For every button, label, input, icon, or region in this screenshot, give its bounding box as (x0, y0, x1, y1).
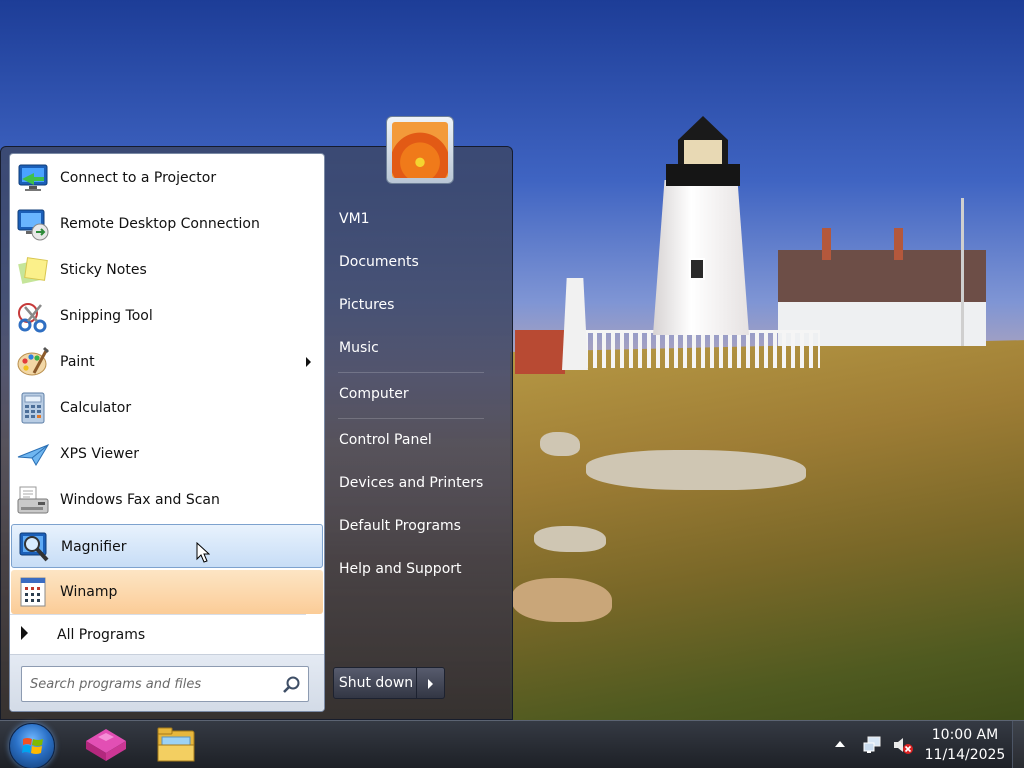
wallpaper-lighthouse-window (689, 258, 705, 280)
paint-palette-icon (17, 347, 49, 376)
program-label: XPS Viewer (60, 446, 139, 462)
right-item-user-folder[interactable]: VM1 (330, 199, 500, 239)
program-label: Calculator (60, 400, 132, 416)
wallpaper-lighthouse-lantern (666, 108, 740, 188)
wallpaper-rock (534, 526, 606, 552)
program-label: Paint (60, 354, 95, 370)
separator (10, 614, 306, 615)
right-item-label: Default Programs (339, 518, 461, 534)
all-programs-arrow-icon (21, 626, 28, 640)
right-item-label: VM1 (339, 211, 370, 227)
wallpaper-fence (584, 330, 820, 368)
right-item-label: Control Panel (339, 432, 432, 448)
program-winamp[interactable]: Winamp (11, 570, 323, 614)
magnifier-icon (19, 532, 49, 562)
program-xps-viewer[interactable]: XPS Viewer (11, 432, 323, 476)
right-item-devices-and-printers[interactable]: Devices and Printers (330, 463, 500, 503)
wallpaper-rock (586, 450, 806, 490)
right-item-label: Computer (339, 386, 409, 402)
start-button[interactable] (9, 723, 55, 768)
right-item-help-and-support[interactable]: Help and Support (330, 549, 500, 589)
program-windows-fax-and-scan[interactable]: Windows Fax and Scan (11, 478, 323, 522)
start-search-area (10, 654, 324, 711)
right-item-label: Devices and Printers (339, 475, 484, 491)
shutdown-options-button[interactable] (417, 667, 445, 699)
right-item-pictures[interactable]: Pictures (330, 285, 500, 325)
right-item-control-panel[interactable]: Control Panel (330, 420, 500, 460)
remote-desktop-icon (17, 209, 49, 241)
right-item-label: Help and Support (339, 561, 462, 577)
file-explorer-icon (157, 727, 195, 762)
wallpaper-flagpole (961, 198, 964, 346)
clock-date: 11/14/2025 (924, 747, 1006, 763)
taskbar-app-winamp[interactable] (76, 723, 136, 767)
wallpaper-rock (540, 432, 580, 456)
winamp-taskbar-icon (86, 729, 126, 761)
clock-time: 10:00 AM (931, 727, 999, 743)
taskbar-app-file-explorer[interactable] (146, 723, 206, 767)
program-calculator[interactable]: Calculator (11, 386, 323, 430)
program-label: Snipping Tool (60, 308, 153, 324)
taskbar: 10:00 AM 11/14/2025 (0, 720, 1024, 768)
wallpaper-small-tower (562, 278, 588, 370)
separator (338, 418, 484, 419)
search-input[interactable] (30, 667, 276, 701)
fax-scanner-icon (17, 486, 49, 514)
search-icon[interactable] (282, 675, 302, 695)
sticky-notes-icon (18, 257, 48, 284)
show-hidden-icons-arrow[interactable] (835, 741, 845, 747)
wallpaper-rock (512, 578, 612, 622)
right-item-label: Music (339, 340, 379, 356)
windows-logo-icon (22, 738, 43, 754)
program-label: Sticky Notes (60, 262, 147, 278)
shutdown-button[interactable]: Shut down (333, 667, 417, 699)
projector-icon (18, 164, 48, 191)
submenu-arrow-icon (306, 357, 311, 367)
user-account-picture[interactable] (386, 116, 454, 184)
taskbar-clock[interactable]: 10:00 AM 11/14/2025 (920, 725, 1010, 765)
chevron-right-icon (428, 679, 433, 689)
program-magnifier[interactable]: Magnifier (11, 524, 323, 568)
flower-user-picture (392, 122, 448, 178)
search-box[interactable] (21, 666, 309, 702)
scissors-icon (18, 303, 47, 333)
all-programs-label: All Programs (57, 627, 146, 643)
network-icon[interactable] (862, 735, 884, 755)
xps-viewer-icon (17, 443, 50, 466)
program-label: Windows Fax and Scan (60, 492, 220, 508)
program-label: Winamp (60, 584, 118, 600)
calculator-icon (21, 392, 45, 424)
separator (338, 372, 484, 373)
program-label: Remote Desktop Connection (60, 216, 260, 232)
program-snipping-tool[interactable]: Snipping Tool (11, 294, 323, 338)
right-item-label: Pictures (339, 297, 395, 313)
all-programs-button[interactable]: All Programs (10, 620, 310, 650)
mouse-cursor-icon (196, 542, 210, 563)
program-paint[interactable]: Paint (11, 340, 323, 384)
show-desktop-button[interactable] (1012, 721, 1024, 768)
volume-muted-icon[interactable] (892, 735, 914, 755)
right-item-documents[interactable]: Documents (330, 242, 500, 282)
program-label: Connect to a Projector (60, 170, 217, 186)
right-item-computer[interactable]: Computer (330, 374, 500, 414)
wallpaper-barn (515, 330, 565, 374)
winamp-icon (20, 577, 46, 607)
right-item-default-programs[interactable]: Default Programs (330, 506, 500, 546)
program-sticky-notes[interactable]: Sticky Notes (11, 248, 323, 292)
shutdown-label: Shut down (338, 675, 414, 691)
right-item-music[interactable]: Music (330, 328, 500, 368)
right-item-label: Documents (339, 254, 419, 270)
program-label: Magnifier (61, 539, 127, 555)
program-connect-to-projector[interactable]: Connect to a Projector (11, 156, 323, 200)
program-remote-desktop-connection[interactable]: Remote Desktop Connection (11, 202, 323, 246)
